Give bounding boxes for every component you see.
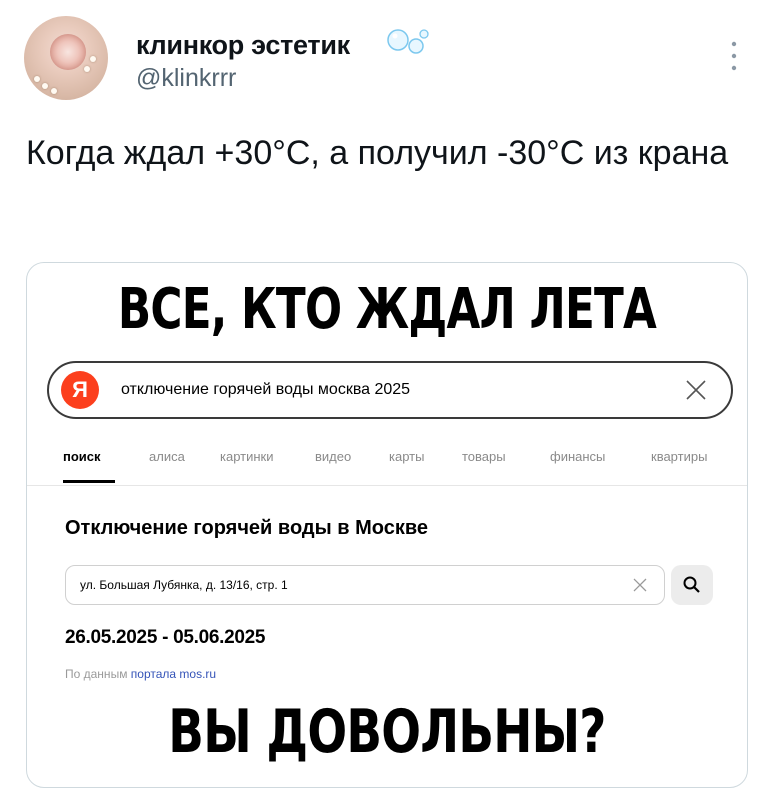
source-line: По данным портала mos.ru <box>65 667 216 681</box>
display-name[interactable]: клинкор эстетик <box>136 30 350 61</box>
tweet-media-image[interactable]: ВСЕ, КТО ЖДАЛ ЛЕТА Я отключение горячей … <box>26 262 748 788</box>
address-search-button <box>671 565 713 605</box>
rose-image <box>50 34 86 70</box>
result-title: Отключение горячей воды в Москве <box>65 517 428 539</box>
tweet-header: клинкор эстетик @klinkrrr <box>24 16 750 106</box>
bubbles-emoji-icon <box>387 29 429 54</box>
tab-maps: карты <box>389 449 425 464</box>
tab-alice: алиса <box>149 449 185 464</box>
close-icon <box>633 578 647 592</box>
tab-finance: финансы <box>550 449 606 464</box>
yandex-search-bar: Я отключение горячей воды москва 2025 <box>47 361 733 419</box>
search-tabs: поиск алиса картинки видео карты товары … <box>63 449 733 479</box>
pearl-dot <box>84 66 90 72</box>
avatar[interactable] <box>24 16 108 100</box>
search-query-text: отключение горячей воды москва 2025 <box>121 381 411 398</box>
tab-search: поиск <box>63 449 101 464</box>
tabs-divider <box>27 485 747 486</box>
tab-images: картинки <box>220 449 274 464</box>
tab-realty: квартиры <box>651 449 708 464</box>
pearl-dot <box>51 88 57 94</box>
pearl-dot <box>42 83 48 89</box>
meme-top-caption: ВСЕ, КТО ЖДАЛ ЛЕТА <box>117 277 657 342</box>
search-icon <box>683 576 700 593</box>
close-icon <box>686 380 706 400</box>
active-tab-underline <box>63 480 115 483</box>
address-field: ул. Большая Лубянка, д. 13/16, стр. 1 <box>65 565 665 605</box>
user-handle[interactable]: @klinkrrr <box>136 64 236 93</box>
tab-goods: товары <box>462 449 506 464</box>
tab-video: видео <box>315 449 352 464</box>
yandex-logo-icon: Я <box>61 371 99 409</box>
address-value: ул. Большая Лубянка, д. 13/16, стр. 1 <box>80 578 288 592</box>
meme-bottom-caption: ВЫ ДОВОЛЬНЫ? <box>168 697 606 767</box>
outage-dates: 26.05.2025 - 05.06.2025 <box>65 627 266 648</box>
tweet-text: Когда ждал +30°С, а получил -30°С из кра… <box>26 134 729 172</box>
source-link: портала mos.ru <box>130 667 217 681</box>
pearl-dot <box>90 56 96 62</box>
source-prefix: По данным <box>65 667 128 681</box>
more-vertical-icon[interactable] <box>730 40 738 74</box>
pearl-dot <box>34 76 40 82</box>
